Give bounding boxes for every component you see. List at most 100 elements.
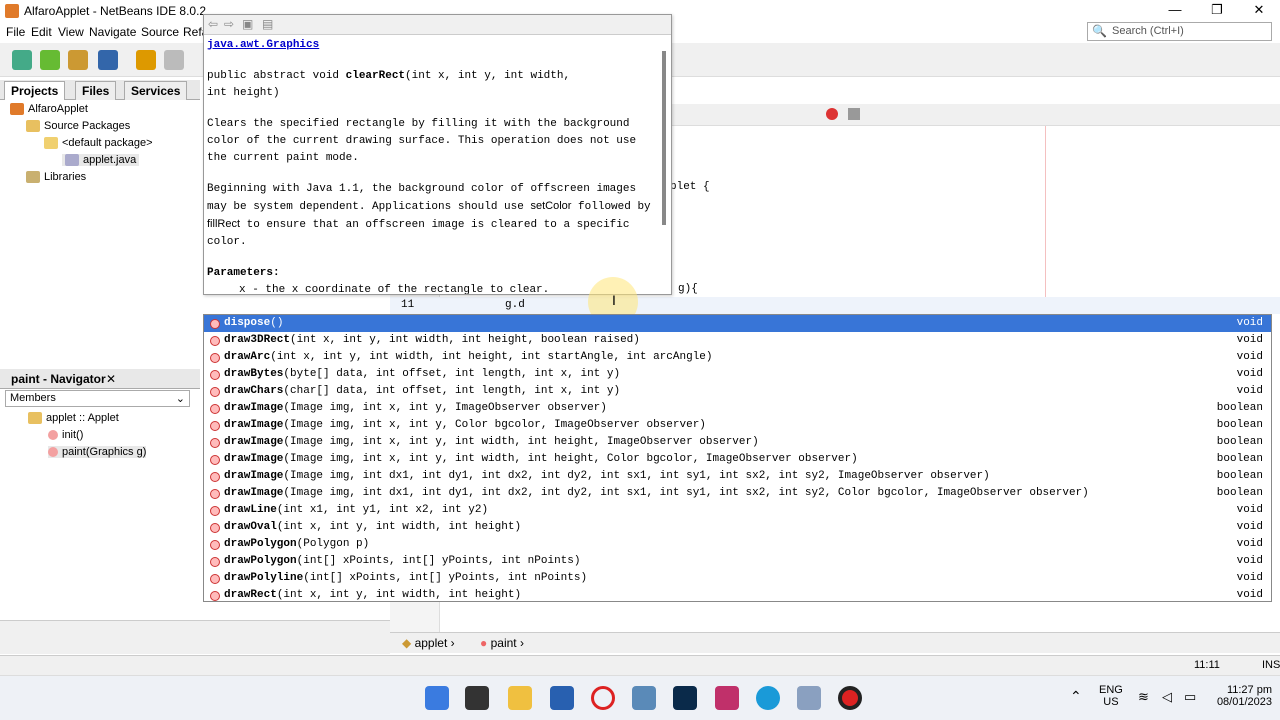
- method-icon: [48, 430, 58, 441]
- completion-signature: drawImage(Image img, int x, int y, Image…: [224, 402, 607, 414]
- method-icon: [210, 523, 220, 533]
- method-icon: [210, 370, 220, 380]
- tree-item-source-packages[interactable]: Source Packages: [26, 120, 130, 133]
- menu-view[interactable]: View: [58, 25, 84, 39]
- insert-mode: INS: [1262, 659, 1280, 671]
- wifi-icon[interactable]: ≋: [1138, 689, 1149, 705]
- method-icon: [210, 438, 220, 448]
- task-view-icon[interactable]: [465, 686, 489, 710]
- tree-item-project[interactable]: AlfaroApplet: [10, 103, 88, 116]
- completion-item[interactable]: draw3DRect(int x, int y, int width, int …: [204, 332, 1271, 349]
- tab-services[interactable]: Services: [124, 81, 188, 100]
- completion-item[interactable]: drawImage(Image img, int x, int y, Color…: [204, 417, 1271, 434]
- completion-item[interactable]: drawPolygon(int[] xPoints, int[] yPoints…: [204, 553, 1271, 570]
- completion-item[interactable]: dispose() void: [204, 315, 1271, 332]
- completion-return-type: void: [1236, 589, 1263, 601]
- breadcrumb-class[interactable]: ◆ applet ›: [402, 636, 455, 650]
- completion-item[interactable]: drawPolygon(Polygon p) void: [204, 536, 1271, 553]
- photoshop-icon[interactable]: [673, 686, 697, 710]
- completion-item[interactable]: drawImage(Image img, int x, int y, int w…: [204, 451, 1271, 468]
- nav-class-node[interactable]: applet :: Applet: [28, 412, 119, 425]
- line-number: 11: [401, 299, 415, 311]
- forward-arrow-icon[interactable]: ⇨: [224, 17, 234, 31]
- windows-start-icon[interactable]: [425, 686, 449, 710]
- completion-item[interactable]: drawImage(Image img, int dx1, int dy1, i…: [204, 485, 1271, 502]
- chevron-up-icon[interactable]: ⌃: [1070, 688, 1082, 705]
- completion-item[interactable]: drawImage(Image img, int x, int y, int w…: [204, 434, 1271, 451]
- completion-return-type: void: [1236, 504, 1263, 516]
- nav-method-paint[interactable]: paint(Graphics g): [48, 446, 147, 458]
- edge-icon[interactable]: [756, 686, 780, 710]
- completion-signature: drawImage(Image img, int x, int y, int w…: [224, 453, 858, 465]
- maximize-button[interactable]: ❐: [1197, 0, 1237, 22]
- menu-edit[interactable]: Edit: [31, 25, 52, 39]
- method-icon: [210, 353, 220, 363]
- method-icon: [48, 447, 58, 458]
- store-icon[interactable]: [550, 686, 574, 710]
- goto-source-icon[interactable]: ▤: [262, 17, 273, 31]
- battery-icon[interactable]: ▭: [1184, 689, 1196, 705]
- intellij-icon[interactable]: [715, 686, 739, 710]
- close-button[interactable]: ✕: [1239, 0, 1279, 22]
- completion-return-type: void: [1236, 572, 1263, 584]
- completion-signature: draw3DRect(int x, int y, int width, int …: [224, 334, 640, 346]
- tree-item-default-package[interactable]: <default package>: [44, 137, 153, 150]
- tree-item-file[interactable]: applet.java: [62, 154, 140, 167]
- file-explorer-icon[interactable]: [508, 686, 532, 710]
- completion-signature: drawArc(int x, int y, int width, int hei…: [224, 351, 713, 363]
- method-icon: [210, 404, 220, 414]
- navigator-close-icon[interactable]: ✕: [106, 372, 116, 386]
- volume-icon[interactable]: ◁: [1162, 689, 1172, 705]
- navigator-header: paint - Navigator ✕: [0, 369, 200, 389]
- search-box[interactable]: 🔍 Search (Ctrl+I): [1087, 22, 1272, 41]
- back-arrow-icon[interactable]: ⇦: [208, 17, 218, 31]
- current-code[interactable]: g.d: [505, 299, 525, 311]
- tab-projects[interactable]: Projects: [4, 81, 66, 100]
- record-macro-icon[interactable]: [826, 108, 838, 120]
- new-file-icon[interactable]: [12, 50, 32, 70]
- opera-icon[interactable]: [591, 686, 615, 710]
- open-browser-icon[interactable]: ▣: [242, 17, 253, 31]
- photos-icon[interactable]: [632, 686, 656, 710]
- javadoc-class-link[interactable]: java.awt.Graphics: [207, 37, 655, 54]
- completion-item[interactable]: drawImage(Image img, int dx1, int dy1, i…: [204, 468, 1271, 485]
- breadcrumb-method[interactable]: ● paint ›: [480, 636, 524, 650]
- completion-item[interactable]: drawImage(Image img, int x, int y, Image…: [204, 400, 1271, 417]
- members-select[interactable]: Members ⌄: [5, 390, 190, 407]
- menu-source[interactable]: Source: [141, 25, 179, 39]
- save-all-icon[interactable]: [98, 50, 118, 70]
- completion-item[interactable]: drawLine(int x1, int y1, int x2, int y2)…: [204, 502, 1271, 519]
- language-indicator[interactable]: ENG US: [1099, 684, 1123, 708]
- new-project-icon[interactable]: [40, 50, 60, 70]
- javadoc-description-2: Beginning with Java 1.1, the background …: [207, 183, 651, 248]
- completion-signature: drawPolyline(int[] xPoints, int[] yPoint…: [224, 572, 588, 584]
- nav-method-init[interactable]: init(): [48, 429, 83, 441]
- redo-icon[interactable]: [164, 50, 184, 70]
- method-icon: ●: [480, 636, 488, 650]
- menu-file[interactable]: File: [6, 25, 25, 39]
- completion-item[interactable]: drawPolyline(int[] xPoints, int[] yPoint…: [204, 570, 1271, 587]
- undo-icon[interactable]: [136, 50, 156, 70]
- completion-signature: drawImage(Image img, int x, int y, Color…: [224, 419, 706, 431]
- completion-item[interactable]: drawArc(int x, int y, int width, int hei…: [204, 349, 1271, 366]
- completion-item[interactable]: drawChars(char[] data, int offset, int l…: [204, 383, 1271, 400]
- javadoc-scrollbar[interactable]: [662, 51, 666, 225]
- netbeans-taskbar-icon[interactable]: [797, 686, 821, 710]
- open-project-icon[interactable]: [68, 50, 88, 70]
- completion-signature: dispose(): [224, 317, 284, 329]
- status-bar: 11:11 INS: [0, 655, 1280, 675]
- search-placeholder: Search (Ctrl+I): [1112, 25, 1184, 37]
- stop-macro-icon[interactable]: [848, 108, 860, 120]
- completion-signature: drawImage(Image img, int dx1, int dy1, i…: [224, 470, 990, 482]
- completion-item[interactable]: drawOval(int x, int y, int width, int he…: [204, 519, 1271, 536]
- code-completion-list[interactable]: dispose() void draw3DRect(int x, int y, in…: [203, 314, 1272, 602]
- menu-navigate[interactable]: Navigate: [89, 25, 136, 39]
- tree-item-libraries[interactable]: Libraries: [26, 171, 86, 184]
- clock[interactable]: 11:27 pm 08/01/2023: [1212, 684, 1272, 708]
- navigator-tree: applet :: Applet init() paint(Graphics g…: [0, 410, 200, 470]
- recorder-icon[interactable]: [838, 686, 862, 710]
- completion-item[interactable]: drawBytes(byte[] data, int offset, int l…: [204, 366, 1271, 383]
- completion-item[interactable]: drawRect(int x, int y, int width, int he…: [204, 587, 1271, 601]
- minimize-button[interactable]: —: [1155, 0, 1195, 22]
- tab-files[interactable]: Files: [75, 81, 117, 100]
